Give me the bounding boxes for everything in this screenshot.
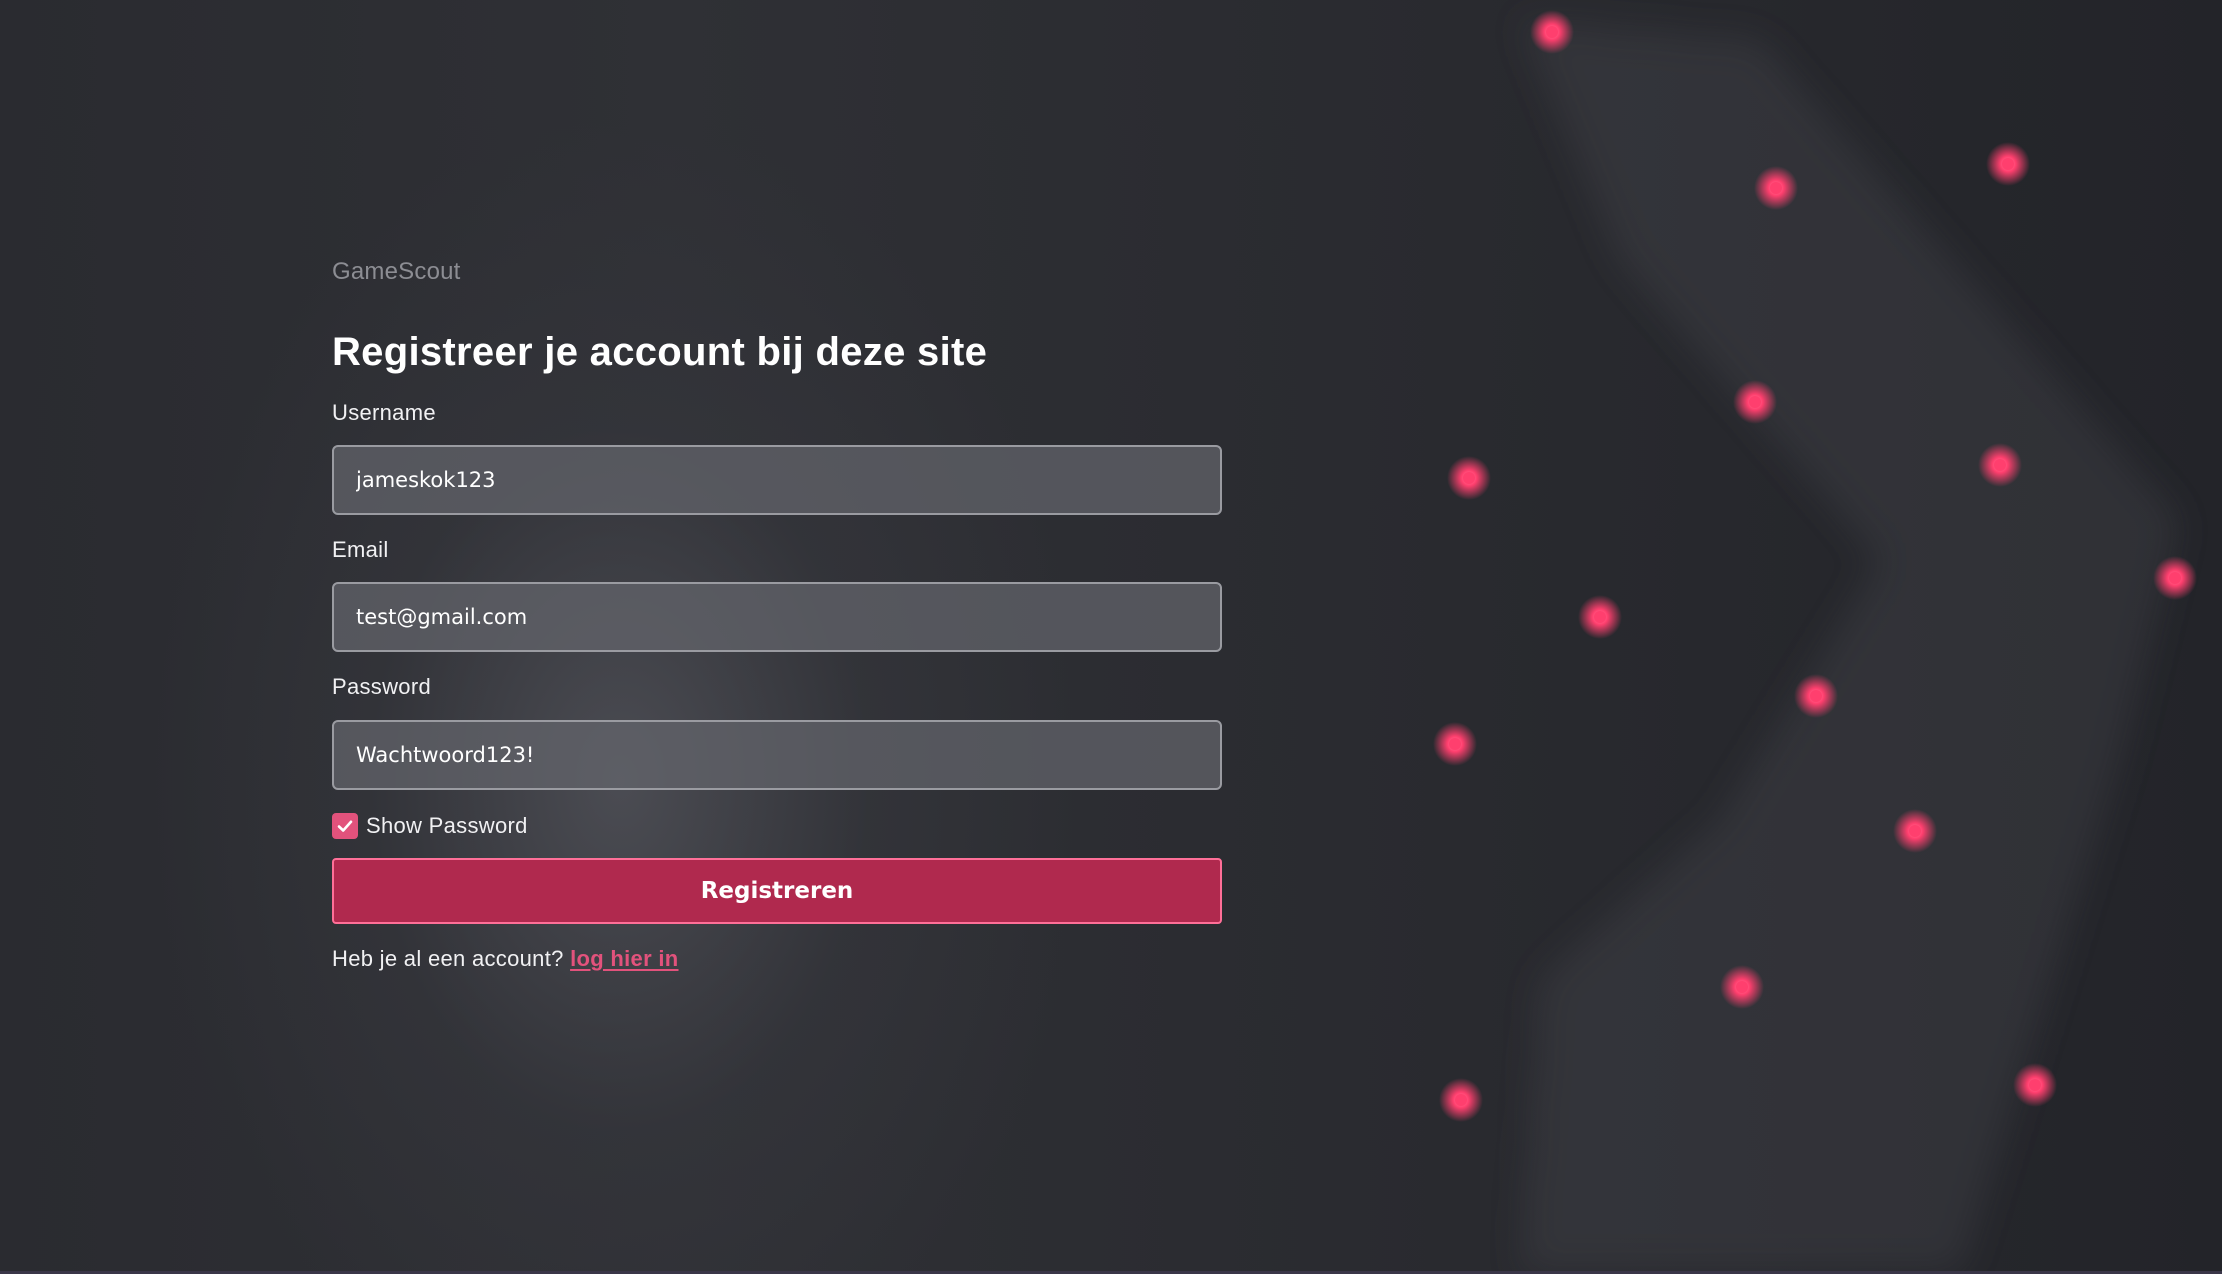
- register-button[interactable]: Registreren: [332, 858, 1222, 924]
- glow-dot-core: [2029, 1079, 2041, 1091]
- email-label: Email: [332, 537, 389, 562]
- login-prompt: Heb je al een account? log hier in: [332, 946, 679, 972]
- glow-dot-core: [2002, 158, 2014, 170]
- show-password-checkbox[interactable]: [332, 813, 358, 839]
- glow-dot-core: [2169, 572, 2181, 584]
- glow-dot-core: [1455, 1094, 1467, 1106]
- login-link[interactable]: log hier in: [570, 946, 678, 971]
- page-title: Registreer je account bij deze site: [332, 330, 988, 374]
- password-label: Password: [332, 674, 431, 699]
- checkmark-icon: [337, 820, 353, 832]
- glow-dot-core: [1810, 690, 1822, 702]
- decorative-background-art: [1433, 10, 2197, 1274]
- glow-dot-core: [1770, 182, 1782, 194]
- glow-dot-core: [1994, 459, 2006, 471]
- glow-dot-core: [1736, 981, 1748, 993]
- show-password-label[interactable]: Show Password: [366, 813, 528, 839]
- password-input[interactable]: [332, 720, 1222, 790]
- glow-dot-core: [1546, 26, 1558, 38]
- username-label: Username: [332, 400, 436, 425]
- register-page: GameScout Registreer je account bij deze…: [0, 0, 2222, 1274]
- glow-dot-core: [1909, 825, 1921, 837]
- glow-dot-core: [1594, 611, 1606, 623]
- username-input[interactable]: [332, 445, 1222, 515]
- glow-dot-core: [1749, 396, 1761, 408]
- glow-dot-core: [1463, 472, 1475, 484]
- login-prompt-text: Heb je al een account?: [332, 946, 564, 971]
- brand-logo-text: GameScout: [332, 258, 461, 285]
- email-input[interactable]: [332, 582, 1222, 652]
- glow-dot-core: [1449, 738, 1461, 750]
